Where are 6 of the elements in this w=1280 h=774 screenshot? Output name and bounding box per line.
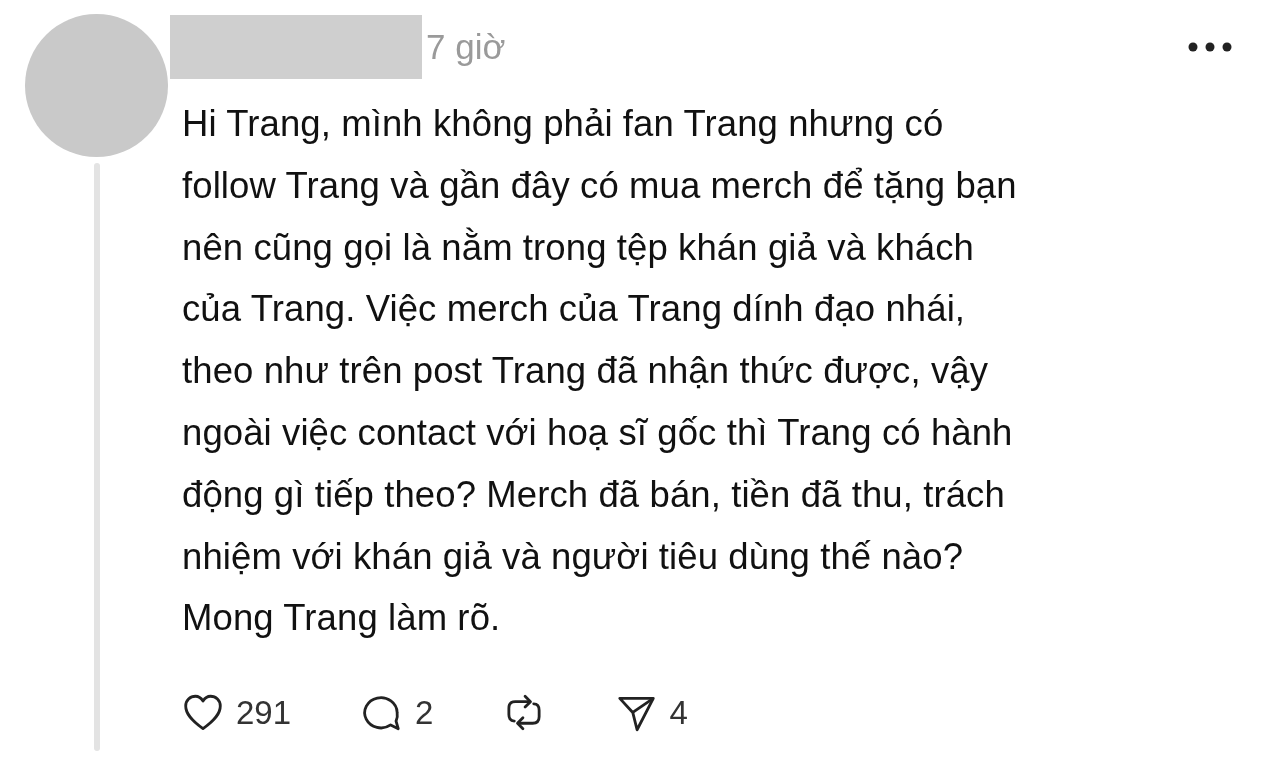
- share-button[interactable]: 4: [615, 693, 688, 734]
- more-icon[interactable]: [1188, 42, 1232, 52]
- reply-button[interactable]: 2: [361, 693, 434, 734]
- post-time: 7 giờ: [426, 27, 506, 67]
- post-text: Hi Trang, mình không phải fan Trang nhưng có follow Trang và gần đây có mua merch để tặng bạn nên cũng gọi là nằm trong tệp khán giả và khách của Trang. Việc merch của Trang dính đạo nhái, theo như trên post Trang đã nhận thức được, vậy ngoài việc contact với hoạ sĩ gốc thì Trang có hành động gì tiếp theo? Merch đã bán, tiền đã thu, trách nhiệm với khán giả và người tiêu dùng thế nào? Mong Trang làm rõ.: [182, 102, 1018, 641]
- like-button[interactable]: 291: [182, 693, 292, 734]
